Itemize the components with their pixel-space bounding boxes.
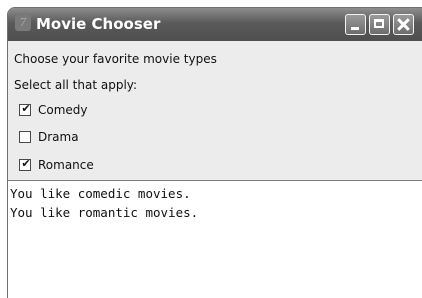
- minimize-icon: [351, 27, 359, 30]
- close-button[interactable]: [393, 14, 414, 35]
- title-bar[interactable]: 7 Movie Chooser: [8, 8, 422, 41]
- checkbox-label[interactable]: Romance: [38, 158, 94, 172]
- check-icon: ✔: [21, 102, 31, 115]
- close-icon: [394, 15, 413, 34]
- prompt-label: Choose your favorite movie types: [14, 52, 217, 66]
- window-title: Movie Chooser: [36, 15, 161, 33]
- checkbox-label[interactable]: Drama: [38, 130, 79, 144]
- output-line: You like romantic movies.: [10, 205, 199, 220]
- checkbox-box[interactable]: [19, 131, 31, 143]
- maximize-button[interactable]: [369, 14, 390, 35]
- checkbox-box[interactable]: ✔: [19, 157, 31, 171]
- app-icon[interactable]: 7: [15, 15, 31, 31]
- maximize-icon: [374, 19, 384, 28]
- minimize-button[interactable]: [345, 14, 366, 35]
- output-line: You like comedic movies.: [10, 186, 191, 201]
- checkbox-label[interactable]: Comedy: [38, 103, 88, 117]
- check-icon: ✔: [21, 157, 31, 170]
- app-window: 7 Movie Chooser Choose your favorite mov…: [7, 7, 422, 298]
- output-text-area[interactable]: You like comedic movies. You like romant…: [8, 180, 422, 298]
- checkbox-box[interactable]: ✔: [19, 102, 31, 116]
- instruction-label: Select all that apply:: [14, 78, 138, 92]
